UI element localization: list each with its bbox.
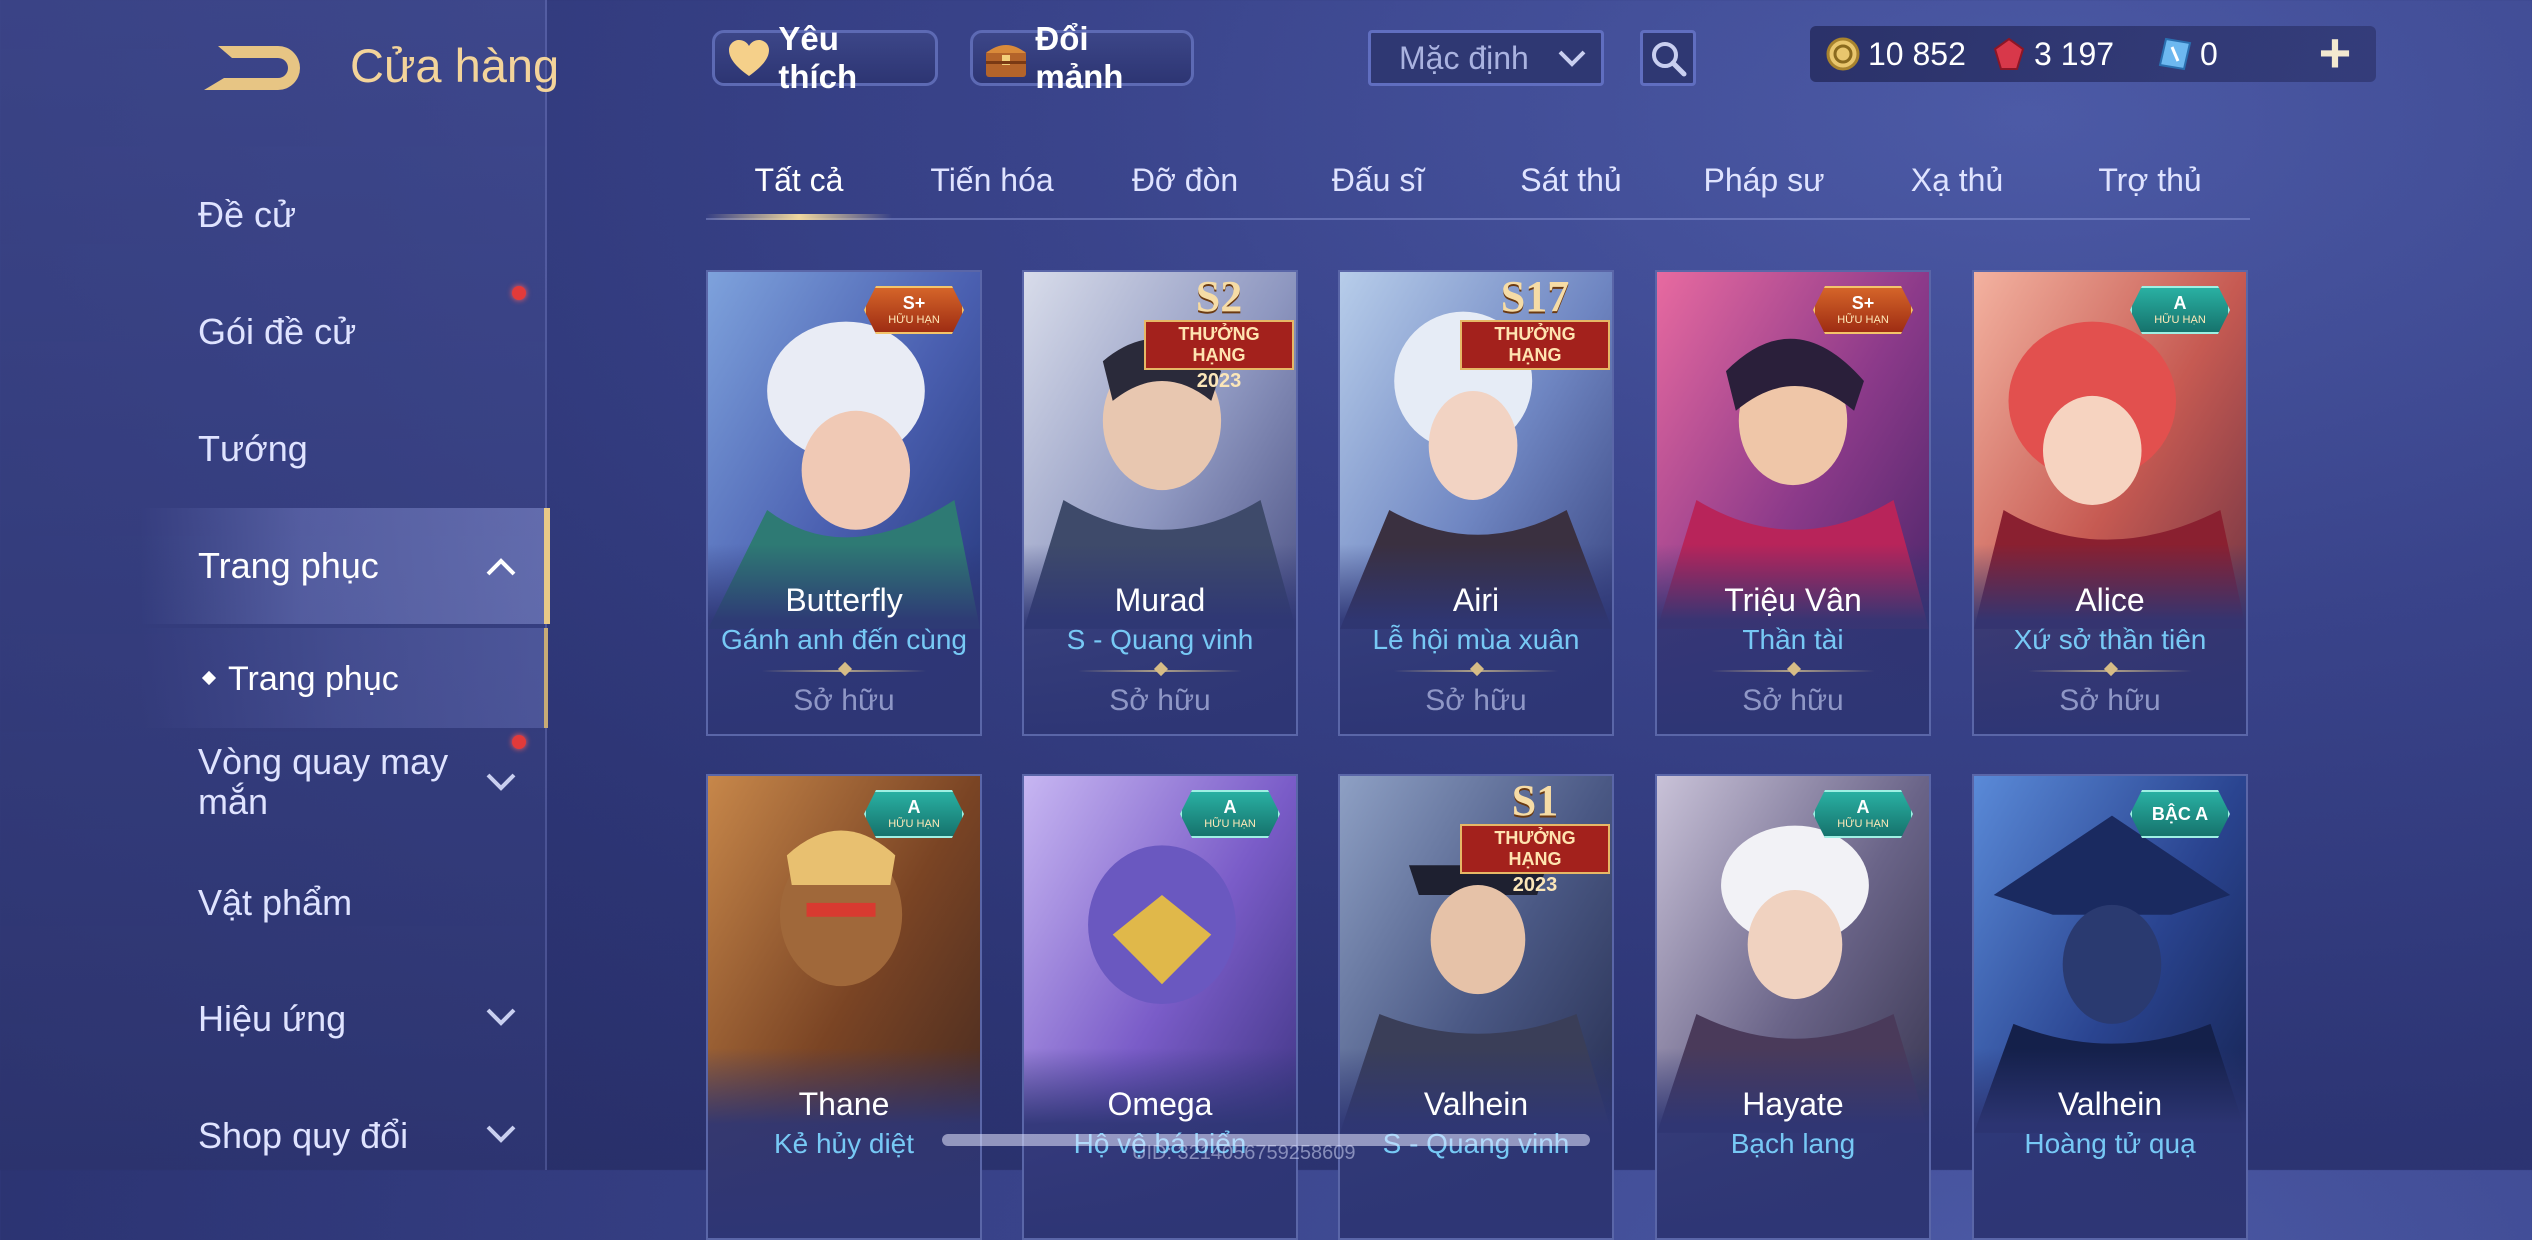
voucher-amount: 0 [2200,35,2218,72]
sort-dropdown[interactable]: Mặc định [1368,30,1604,86]
sidebar-item-exchange-shop[interactable]: Shop quy đổi [198,1115,408,1157]
tier-badge: S+ HỮU HẠN [864,286,964,334]
chevron-down-icon [1558,50,1586,67]
skin-card[interactable]: S2 THƯỞNG HẠNG 2023 Murad S - Quang vinh… [1022,270,1298,736]
chevron-up-icon[interactable] [484,550,518,584]
sidebar-item-lucky-spin[interactable]: Vòng quay may mắn [198,742,498,822]
tab-all[interactable]: Tất cả [704,162,894,199]
skin-card[interactable]: S1 THƯỞNG HẠNG 2023 Valhein S - Quang vi… [1338,774,1614,1240]
chevron-down-icon[interactable] [484,764,518,798]
skin-name: Bạch lang [1730,1128,1856,1159]
tab-active-underline [706,214,892,220]
tab-marksman[interactable]: Xạ thủ [1862,162,2052,199]
tab-evolution[interactable]: Tiến hóa [897,162,1087,199]
skin-card[interactable]: A HỮU HẠN Alice Xứ sở thần tiên Sở hữu [1972,270,2248,736]
skin-name: Lễ hội mùa xuân [1372,624,1580,655]
sidebar-subitem-skins[interactable]: Trang phục [228,660,399,699]
treasure-chest-icon [983,35,1029,81]
ruby-currency: 3 197 [1992,30,2114,78]
tier-badge: A HỮU HẠN [1180,790,1280,838]
sort-value: Mặc định [1399,39,1529,76]
tier-badge: A HỮU HẠN [1813,790,1913,838]
skin-card[interactable]: A HỮU HẠN Thane Kẻ hủy diệt [706,774,982,1240]
ruby-icon [1993,37,2025,70]
tab-tank[interactable]: Đỡ đòn [1090,162,1280,199]
tier-badge: BẬC A [2130,790,2230,838]
owned-status: Sở hữu [1742,684,1844,717]
ruby-amount: 3 197 [2034,35,2115,72]
notification-dot [512,286,526,300]
voucher-icon [2158,37,2192,71]
sidebar-item-heroes[interactable]: Tướng [198,428,308,470]
season-reward-badge: S1 THƯỞNG HẠNG 2023 [1460,778,1610,896]
season-reward-badge: S17 THƯỞNG HẠNG [1460,274,1610,370]
favorites-button[interactable]: Yêu thích [712,20,938,95]
skin-name: Thần tài [1742,624,1844,655]
owned-status: Sở hữu [2059,684,2161,717]
favorites-label: Yêu thích [778,20,858,95]
notification-dot [512,735,526,749]
hero-name: Alice [2075,582,2145,618]
shard-exchange-button[interactable]: Đổi mảnh [970,20,1194,95]
skin-card[interactable]: S+ HỮU HẠN Butterfly Gánh anh đến cùng Sở… [706,270,982,736]
gold-amount: 10 852 [1868,35,1966,72]
heart-icon [725,35,772,81]
hero-name: Butterfly [785,582,903,618]
tab-assassin[interactable]: Sát thủ [1476,162,1666,199]
sidebar-item-recommended-bundles[interactable]: Gói đề cử [198,311,356,353]
skin-name: Hoàng tử quạ [2024,1128,2196,1159]
back-arrow-icon [204,46,300,90]
tab-mage[interactable]: Pháp sư [1669,162,1859,199]
tier-badge: S+ HỮU HẠN [1813,286,1913,334]
skin-name: Gánh anh đến cùng [721,624,967,655]
hero-name: Triệu Vân [1724,582,1862,618]
hero-name: Omega [1107,1086,1213,1122]
owned-status: Sở hữu [793,684,895,717]
hero-name: Thane [798,1086,890,1122]
tab-support[interactable]: Trợ thủ [2055,162,2245,199]
skin-name: S - Quang vinh [1066,624,1254,655]
tab-fighter[interactable]: Đấu sĩ [1283,162,1473,199]
sidebar-item-recommended[interactable]: Đề cử [198,194,296,236]
search-button[interactable] [1640,30,1696,86]
hero-name: Valhein [2057,1086,2163,1122]
skin-card[interactable]: S17 THƯỞNG HẠNG Airi Lễ hội mùa xuân Sở … [1338,270,1614,736]
skin-card[interactable]: BẬC A Valhein Hoàng tử quạ [1972,774,2248,1240]
home-indicator[interactable] [942,1134,1590,1146]
voucher-currency: 0 [2158,30,2218,78]
shard-exchange-label: Đổi mảnh [1035,20,1124,95]
search-icon [1652,42,1687,77]
hero-name: Airi [1452,582,1500,618]
skin-card[interactable]: A HỮU HẠN Hayate Bạch lang [1655,774,1931,1240]
add-currency-button[interactable]: + [2310,25,2360,81]
hero-name: Hayate [1742,1086,1844,1122]
tier-badge: A HỮU HẠN [864,790,964,838]
sidebar-item-skins[interactable]: Trang phục [198,545,379,587]
skin-card[interactable]: S+ HỮU HẠN Triệu Vân Thần tài Sở hữu [1655,270,1931,736]
chevron-down-icon[interactable] [484,1116,518,1150]
skin-card[interactable]: AHỮU HẠN Omega Hộ vệ bá biển [1022,774,1298,1240]
gold-currency: 10 852 [1826,30,1966,78]
chevron-down-icon[interactable] [484,999,518,1033]
gold-coin-icon [1826,37,1860,71]
tabs-divider [706,218,2250,220]
hero-name: Murad [1114,582,1206,618]
sidebar-item-effects[interactable]: Hiệu ứng [198,998,346,1040]
owned-status: Sở hữu [1109,684,1211,717]
back-button[interactable] [198,36,306,96]
page-title: Cửa hàng [350,39,560,92]
sidebar-item-items[interactable]: Vật phẩm [198,882,352,924]
skin-name: Xứ sở thần tiên [2013,624,2207,655]
tier-badge: A HỮU HẠN [2130,286,2230,334]
season-reward-badge: S2 THƯỞNG HẠNG 2023 [1144,274,1294,392]
skin-name: Kẻ hủy diệt [773,1128,915,1159]
hero-name: Valhein [1423,1086,1529,1122]
owned-status: Sở hữu [1425,684,1527,717]
